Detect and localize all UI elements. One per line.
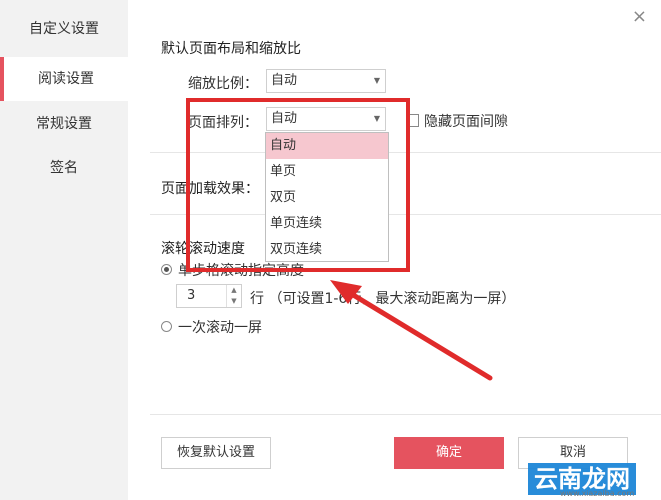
hide-gap-label: 隐藏页面间隙 <box>424 114 508 130</box>
divider <box>150 414 661 415</box>
sidebar-item-general[interactable]: 常规设置 <box>0 102 128 146</box>
zoom-select[interactable]: 自动 ▼ <box>266 69 386 93</box>
watermark-url: www.xiazaiba.com <box>560 489 635 498</box>
layout-section-title: 默认页面布局和缩放比 <box>161 41 301 57</box>
sidebar-title: 自定义设置 <box>29 21 99 37</box>
highlight-box <box>186 98 410 272</box>
scroll-step-radio[interactable] <box>161 264 172 275</box>
stepper-arrows[interactable]: ▲ ▼ <box>226 285 241 307</box>
scroll-page-label: 一次滚动一屏 <box>178 320 262 336</box>
sidebar-item-reading[interactable]: 阅读设置 <box>0 57 128 101</box>
sidebar-item-signature[interactable]: 签名 <box>0 146 128 190</box>
close-icon[interactable]: × <box>632 6 647 27</box>
lines-stepper[interactable]: 3 ▲ ▼ <box>176 284 242 308</box>
ok-button[interactable]: 确定 <box>394 437 504 469</box>
zoom-select-value: 自动 <box>271 73 298 88</box>
lines-note: 行 （可设置1-6行，最大滚动距离为一屏） <box>250 291 516 307</box>
lines-value: 3 <box>187 288 196 303</box>
scroll-page-radio[interactable] <box>161 321 172 332</box>
zoom-label: 缩放比例： <box>188 76 258 92</box>
reset-defaults-button[interactable]: 恢复默认设置 <box>161 437 271 469</box>
chevron-down-icon: ▼ <box>373 76 380 85</box>
sidebar: 自定义设置 阅读设置 常规设置 签名 <box>0 0 128 500</box>
